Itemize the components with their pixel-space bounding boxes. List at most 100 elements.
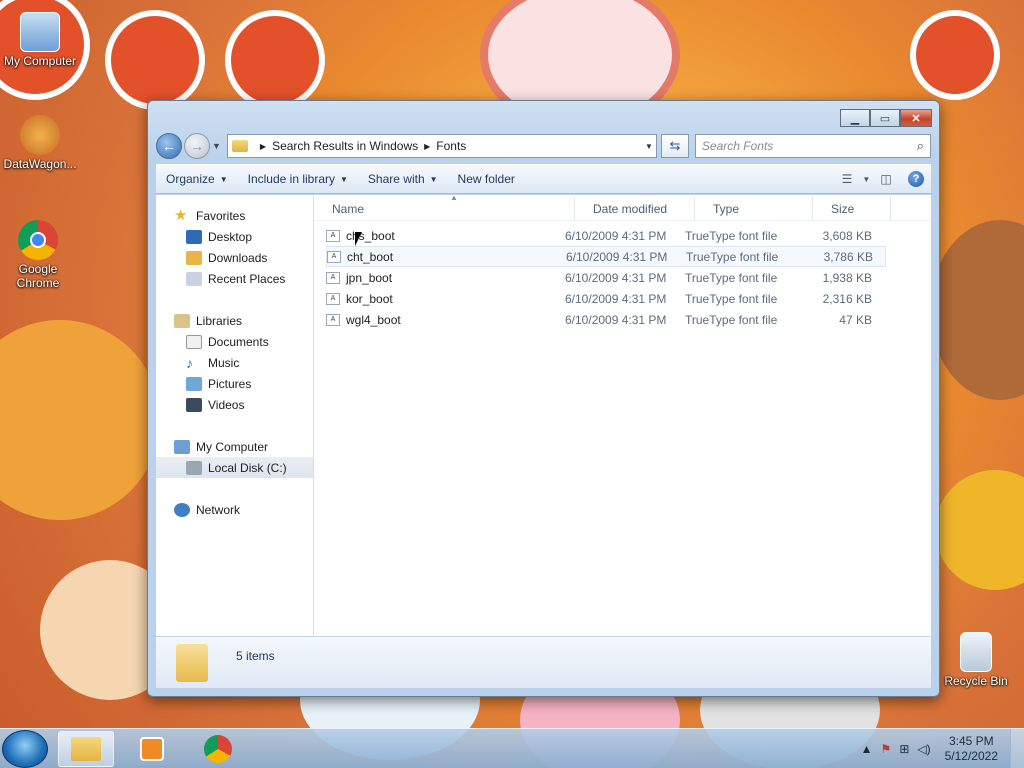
file-name: cht_boot [347,249,394,264]
nav-label: Favorites [196,208,246,223]
nav-music[interactable]: ♪ Music [156,352,313,373]
breadcrumb-fonts[interactable]: Fonts [436,139,466,153]
taskbar-explorer-button[interactable] [58,730,114,767]
folder-icon [176,643,208,682]
desktop-icon-label: Google Chrome [16,262,60,290]
navigation-bar: ← → ▼ ▶ Search Results in Windows ▶ Font… [156,131,931,161]
recent-pages-dropdown[interactable]: ▼ [212,141,221,151]
column-type[interactable]: Type [695,197,813,220]
file-date: 6/10/2009 4:31 PM [565,291,667,306]
file-name: kor_boot [346,291,393,306]
nav-libraries[interactable]: Libraries [156,310,313,331]
column-name[interactable]: Name [314,197,575,220]
forward-button[interactable]: → [184,133,210,159]
file-name: chs_boot [346,228,395,243]
item-count: 5 items [236,648,275,663]
file-size: 2,316 KB [822,291,872,306]
breadcrumb-arrow-icon[interactable]: ▶ [260,142,266,151]
pictures-icon [186,376,202,391]
help-icon: ? [908,171,924,187]
search-input[interactable]: Search Fonts ⌕ [694,134,931,158]
clock[interactable]: 3:45 PM 5/12/2022 [945,734,998,764]
close-button[interactable]: ✕ [900,109,932,127]
column-size[interactable]: Size [813,197,891,220]
datawagon-icon [20,115,60,155]
organize-button[interactable]: Organize ▼ [156,172,238,186]
computer-icon [174,439,190,454]
volume-icon[interactable]: ◁) [917,742,930,756]
nav-label: Libraries [196,313,243,328]
font-file-icon: A [326,229,340,242]
chevron-down-icon: ▼ [340,174,348,184]
show-desktop-button[interactable] [1010,728,1024,768]
nav-downloads[interactable]: Downloads [156,247,313,268]
folder-icon [71,736,101,761]
file-row[interactable]: Acht_boot 6/10/2009 4:31 PM TrueType fon… [326,246,886,267]
navigation-pane[interactable]: ★ Favorites Desktop Downloads Recent Plac… [156,195,314,636]
file-list[interactable]: ▲ Name Date modified Type Size Achs_boot… [314,193,931,636]
nav-videos[interactable]: Videos [156,394,313,415]
chrome-icon [18,220,58,260]
font-file-icon: A [326,271,340,284]
file-date: 6/10/2009 4:31 PM [565,228,667,243]
file-row[interactable]: Akor_boot 6/10/2009 4:31 PM TrueType fon… [326,288,886,309]
maximize-icon: ▭ [879,112,891,125]
refresh-button[interactable]: ⇆ [660,134,689,158]
file-size: 47 KB [839,312,872,327]
breadcrumb-arrow-icon[interactable]: ▶ [424,142,430,151]
maximize-button[interactable]: ▭ [870,109,900,127]
details-view-icon: ☰ [841,172,853,186]
column-headers: ▲ Name Date modified Type Size [314,193,931,221]
start-button[interactable] [2,729,48,768]
include-in-library-button[interactable]: Include in library ▼ [238,172,358,186]
preview-pane-button[interactable]: ◫ [875,169,897,189]
sort-ascending-icon: ▲ [450,193,458,202]
show-hidden-icons-icon[interactable]: ▲ [861,742,873,756]
desktop-icon [186,229,202,244]
nav-documents[interactable]: Documents [156,331,313,352]
file-date: 6/10/2009 4:31 PM [565,270,667,285]
libraries-icon [174,313,190,328]
view-options-button[interactable]: ☰ ▼ [841,169,871,189]
desktop-icon-recycle-bin[interactable]: Recycle Bin [936,632,1016,688]
address-dropdown-icon[interactable]: ▼ [642,142,656,151]
taskbar-media-player-button[interactable] [124,731,180,767]
network-icon[interactable]: ⊞ [899,742,909,756]
file-type: TrueType font file [685,291,778,306]
folder-icon [231,140,248,152]
nav-pictures[interactable]: Pictures [156,373,313,394]
clock-time: 3:45 PM [948,733,994,748]
nav-my-computer[interactable]: My Computer [156,436,313,457]
file-row[interactable]: Awgl4_boot 6/10/2009 4:31 PM TrueType fo… [326,309,886,330]
desktop-icon-label: Recycle Bin [944,674,1008,688]
share-with-button[interactable]: Share with ▼ [358,172,448,186]
nav-desktop[interactable]: Desktop [156,226,313,247]
desktop-icon-google-chrome[interactable]: Google Chrome [0,220,76,290]
help-button[interactable]: ? [905,169,927,189]
nav-local-disk[interactable]: Local Disk (C:) [156,457,313,478]
system-tray: ▲ ⚑ ⊞ ◁) 3:45 PM 5/12/2022 [857,729,1010,768]
file-row[interactable]: Ajpn_boot 6/10/2009 4:31 PM TrueType fon… [326,267,886,288]
minimize-button[interactable]: ▁ [840,109,870,127]
chevron-down-icon: ▼ [429,174,438,184]
network-icon [174,502,190,517]
new-folder-button[interactable]: New folder [448,172,525,186]
desktop-icon-datawagon[interactable]: DataWagon... [0,115,80,171]
nav-recent-places[interactable]: Recent Places [156,268,313,289]
action-center-icon[interactable]: ⚑ [881,742,892,756]
nav-favorites[interactable]: ★ Favorites [156,205,313,226]
address-bar[interactable]: ▶ Search Results in Windows ▶ Fonts ▼ [226,134,657,158]
close-icon: ✕ [911,112,921,125]
new-folder-label: New folder [457,172,515,186]
column-date-modified[interactable]: Date modified [575,197,695,220]
file-row[interactable]: Achs_boot 6/10/2009 4:31 PM TrueType fon… [326,225,886,246]
explorer-window[interactable]: ▁ ▭ ✕ ← → ▼ ▶ Search Results in Windows … [147,100,940,697]
music-icon: ♪ [186,354,193,371]
explorer-body: ★ Favorites Desktop Downloads Recent Plac… [156,193,931,636]
column-label: Name [332,201,365,216]
taskbar-chrome-button[interactable] [190,731,246,767]
desktop-icon-my-computer[interactable]: My Computer [0,12,80,68]
back-button[interactable]: ← [156,133,182,159]
nav-network[interactable]: Network [156,499,313,520]
breadcrumb-search-results[interactable]: Search Results in Windows [272,139,418,153]
